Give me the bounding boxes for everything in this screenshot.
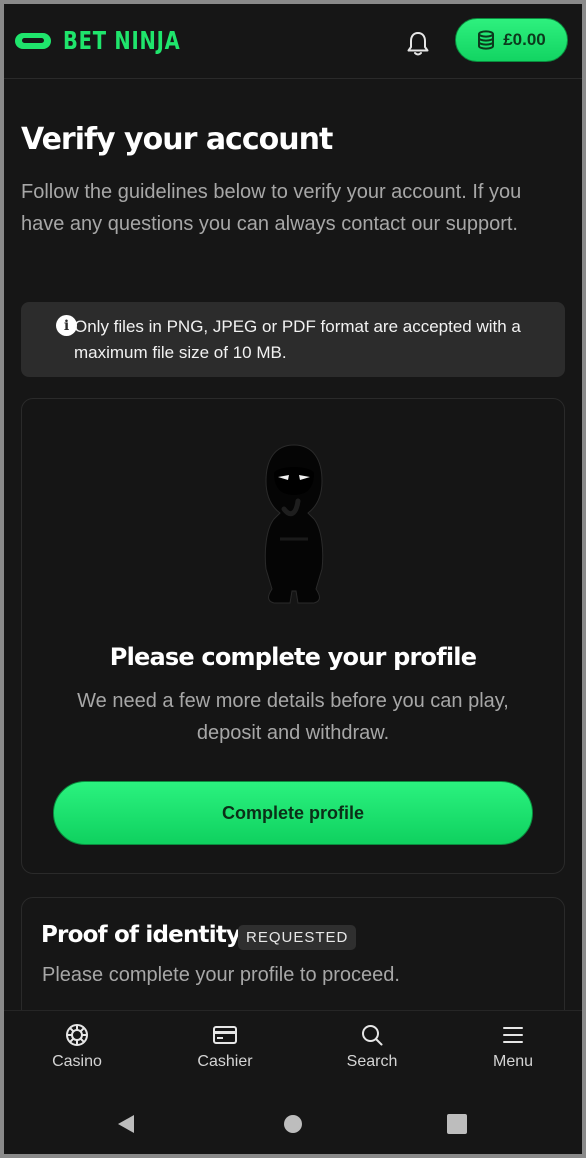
nav-item-menu[interactable]: Menu (458, 1023, 568, 1071)
bell-icon[interactable] (404, 28, 432, 58)
bottom-nav: Casino Cashier Search Menu (4, 1010, 582, 1154)
identity-card-text: Please complete your profile to proceed. (42, 964, 400, 986)
file-format-notice: i Only files in PNG, JPEG or PDF format … (21, 302, 565, 377)
nav-label-menu: Menu (492, 1053, 534, 1070)
logo[interactable]: BET NINJA (15, 26, 214, 55)
notice-text: Only files in PNG, JPEG or PDF format ar… (74, 317, 521, 362)
nav-label-search: Search (346, 1053, 398, 1070)
coins-icon (478, 30, 495, 50)
profile-card-title: Please complete your profile (109, 643, 477, 671)
recents-icon[interactable] (447, 1114, 467, 1134)
home-icon[interactable] (283, 1114, 303, 1134)
complete-profile-button[interactable]: Complete profile (53, 781, 533, 845)
app-screen: BET NINJA £0.00 Verify your account Foll… (4, 4, 582, 1154)
balance-amount: £0.00 (503, 30, 546, 49)
top-header: BET NINJA £0.00 (4, 4, 582, 79)
status-badge: REQUESTED (238, 925, 357, 950)
card-icon (213, 1026, 237, 1044)
search-icon (362, 1025, 383, 1046)
info-icon: i (56, 315, 77, 336)
intro-text: Follow the guidelines below to verify yo… (21, 181, 522, 235)
nav-item-search[interactable]: Search (317, 1023, 427, 1071)
page-title: Verify your account (21, 122, 333, 157)
logo-text: BET NINJA (63, 26, 181, 55)
identity-card-title: Proof of identity (41, 922, 241, 948)
back-icon[interactable] (115, 1113, 137, 1135)
system-nav-bar (4, 1097, 582, 1147)
ninja-mask-icon (15, 32, 51, 49)
balance-button[interactable]: £0.00 (455, 18, 568, 62)
ninja-mascot-icon (264, 444, 324, 604)
nav-item-cashier[interactable]: Cashier (170, 1023, 280, 1071)
complete-profile-card: Please complete your profile We need a f… (21, 398, 565, 874)
casino-chip-icon (66, 1024, 88, 1046)
profile-card-text: We need a few more details before you ca… (77, 690, 509, 744)
menu-icon (503, 1027, 523, 1043)
nav-label-casino: Casino (52, 1053, 102, 1070)
nav-label-cashier: Cashier (197, 1053, 253, 1070)
nav-item-casino[interactable]: Casino (22, 1023, 132, 1071)
